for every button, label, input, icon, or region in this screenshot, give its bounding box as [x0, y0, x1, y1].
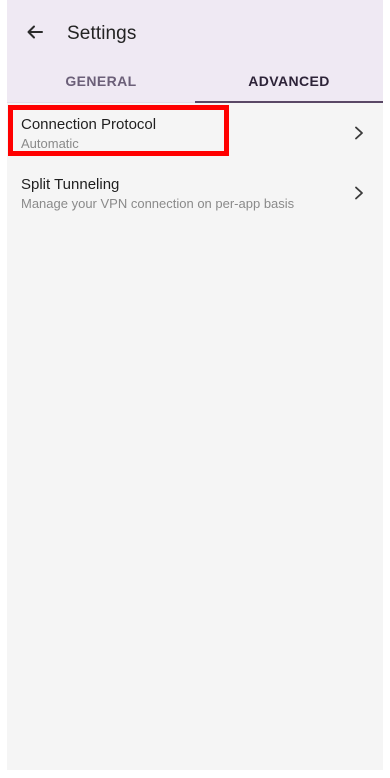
- list-item-title: Split Tunneling: [21, 175, 120, 193]
- list-item-title: Connection Protocol: [21, 115, 157, 133]
- list-item-split-tunneling[interactable]: Split Tunneling Manage your VPN connecti…: [7, 163, 383, 223]
- settings-list: Connection Protocol Automatic Split Tunn…: [7, 103, 383, 223]
- page-title: Settings: [67, 23, 137, 44]
- tab-advanced-label: ADVANCED: [248, 73, 330, 89]
- app-bar: Settings GENERAL ADVANCED: [7, 0, 383, 103]
- list-item-text: Split Tunneling Manage your VPN connecti…: [21, 176, 294, 211]
- chevron-right-icon: [349, 183, 369, 203]
- settings-screen: Settings GENERAL ADVANCED Connection Pro…: [7, 0, 383, 770]
- list-item-subtitle: Manage your VPN connection on per-app ba…: [21, 195, 295, 211]
- arrow-left-icon: [26, 23, 44, 46]
- tab-general[interactable]: GENERAL: [7, 60, 195, 102]
- chevron-right-icon: [349, 123, 369, 143]
- tab-advanced[interactable]: ADVANCED: [195, 60, 383, 103]
- list-item-text: Connection Protocol Automatic: [21, 116, 156, 151]
- list-item-subtitle: Automatic: [21, 135, 79, 151]
- back-button[interactable]: [17, 16, 53, 52]
- list-item-connection-protocol[interactable]: Connection Protocol Automatic: [7, 103, 383, 163]
- tab-bar: GENERAL ADVANCED: [7, 60, 383, 103]
